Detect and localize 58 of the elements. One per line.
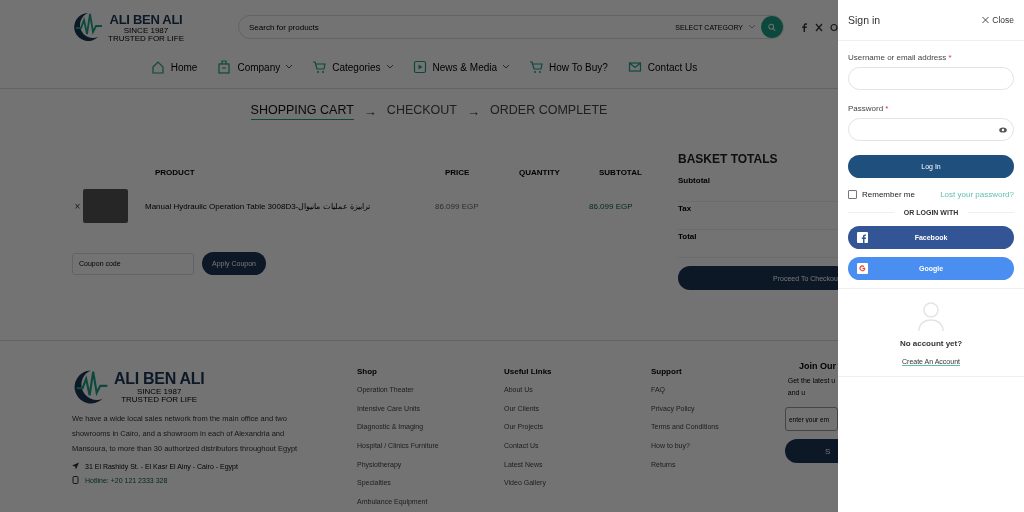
product-name[interactable]: Manual Hydraulic Operation Table 3008D3-ترابيزة عمليات مانيوال <box>145 201 435 211</box>
cart-icon <box>529 60 544 74</box>
circle-icon[interactable] <box>830 22 838 32</box>
field-label: Username or email address * <box>848 53 953 62</box>
subscribe-button[interactable]: S <box>785 439 838 463</box>
play-icon <box>412 60 427 74</box>
column-header: QUANTITY <box>519 167 561 177</box>
newsletter-title: Join Our <box>799 361 836 371</box>
logo-since: SINCE 1987 <box>123 26 169 35</box>
eye-icon[interactable] <box>999 126 1007 133</box>
logo-tagline: TRUSTED FOR LIFE <box>121 396 198 404</box>
close-icon <box>982 16 990 24</box>
close-button[interactable]: Close <box>982 15 1014 25</box>
column-header: PRICE <box>445 167 471 177</box>
nav-link[interactable]: Company <box>217 60 293 74</box>
lost-password-link[interactable]: Lost your password? <box>940 190 1014 199</box>
nav-link[interactable]: News & Media <box>412 60 510 74</box>
x-icon[interactable] <box>815 22 823 32</box>
google-icon <box>857 263 868 274</box>
product-subtotal: 86.099 EGP <box>589 201 634 211</box>
arrow: → <box>363 103 377 119</box>
caret-icon <box>749 25 755 29</box>
panel-title: Sign in <box>848 14 881 26</box>
user-silhouette-icon <box>917 301 945 331</box>
nav-link[interactable]: Categories <box>312 60 393 74</box>
totals-title: BASKET TOTALS <box>678 152 779 168</box>
building-icon <box>217 60 232 74</box>
column-header: SUBTOTAL <box>599 167 643 177</box>
remember-me-checkbox[interactable]: Remember me <box>848 190 915 199</box>
location-arrow-icon <box>72 462 79 470</box>
checkout-step: ORDER COMPLETE <box>490 102 608 120</box>
logo-since: SINCE 1987 <box>136 388 182 396</box>
arrow: → <box>467 103 480 119</box>
envelope-icon <box>627 60 642 74</box>
logo-tagline: TRUSTED FOR LIFE <box>108 34 184 43</box>
cart-icon <box>312 60 327 74</box>
footer-column-title: Useful Links <box>504 367 552 378</box>
logo-name: ALI BEN ALI <box>109 11 183 27</box>
nav-link[interactable]: How To Buy? <box>529 60 608 74</box>
search-icon <box>768 22 776 32</box>
photo-placeholder <box>83 189 128 223</box>
nav-link[interactable]: Home <box>150 60 198 74</box>
facebook-icon[interactable] <box>800 22 808 32</box>
no-account-text: No account yet? <box>899 339 963 348</box>
checkout-step: CHECKOUT <box>386 102 457 120</box>
remove-button[interactable]: × <box>72 200 83 212</box>
field-label: Password * <box>848 104 890 113</box>
facebook-icon <box>857 232 868 243</box>
home-icon <box>150 60 165 74</box>
checkout-step: SHOPPING CART <box>250 102 354 120</box>
column-header: PRODUCT <box>155 167 196 177</box>
nav-link[interactable]: Contact Us <box>627 60 698 74</box>
logo-name: ALI BEN ALI <box>114 370 205 388</box>
search-button[interactable] <box>761 16 783 38</box>
product-price: 86.099 EGP <box>435 201 480 211</box>
phone-icon <box>72 476 79 484</box>
footer-column-title: Shop <box>357 367 377 378</box>
footer-column-title: Support <box>651 367 682 378</box>
